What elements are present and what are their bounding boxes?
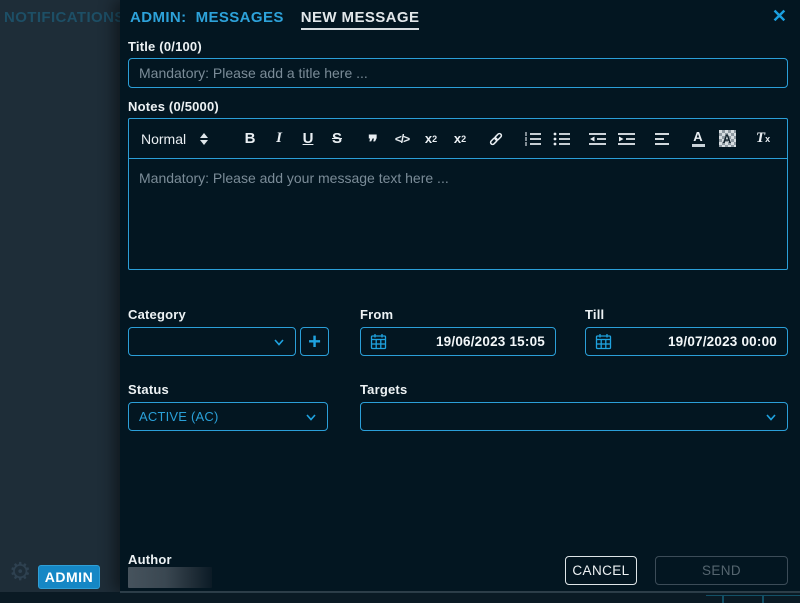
background-table-grid bbox=[762, 595, 764, 603]
clear-formatting-button[interactable]: Tx bbox=[751, 127, 775, 151]
notes-textarea[interactable]: Mandatory: Please add your message text … bbox=[129, 159, 787, 197]
chevron-down-icon bbox=[271, 334, 287, 350]
page-bottom-strip bbox=[0, 592, 800, 603]
admin-user-button[interactable]: ADMIN bbox=[38, 565, 100, 589]
chevron-down-icon bbox=[763, 409, 779, 425]
till-datetime-input[interactable]: 19/07/2023 00:00 bbox=[585, 327, 788, 356]
ordered-list-icon bbox=[524, 132, 541, 146]
align-button[interactable] bbox=[650, 127, 674, 151]
updown-arrows-icon bbox=[200, 133, 208, 145]
gear-icon[interactable]: ⚙ bbox=[9, 560, 31, 585]
text-color-button[interactable]: A bbox=[686, 127, 710, 151]
italic-button[interactable]: I bbox=[267, 127, 291, 151]
status-label: Status bbox=[128, 382, 169, 397]
breadcrumb-section[interactable]: MESSAGES bbox=[196, 9, 284, 26]
targets-select[interactable] bbox=[360, 402, 788, 431]
indent-icon bbox=[618, 132, 635, 146]
author-value-redacted bbox=[128, 567, 212, 588]
from-datetime-input[interactable]: 19/06/2023 15:05 bbox=[360, 327, 556, 356]
close-icon[interactable]: ✕ bbox=[772, 7, 787, 25]
background-table-grid bbox=[722, 595, 724, 603]
screen: NOTIFICATIONS ( ⚙ ADMIN ADMIN: MESSAGES … bbox=[0, 0, 800, 603]
chevron-down-icon bbox=[303, 409, 319, 425]
code-button[interactable]: </> bbox=[390, 127, 414, 151]
cancel-button[interactable]: CANCEL bbox=[565, 556, 637, 585]
notes-label: Notes (0/5000) bbox=[128, 99, 219, 114]
strikethrough-button[interactable]: S bbox=[325, 127, 349, 151]
align-icon bbox=[654, 132, 670, 146]
background-color-icon: A bbox=[719, 130, 736, 147]
targets-label: Targets bbox=[360, 382, 407, 397]
breadcrumb-app: ADMIN: bbox=[130, 9, 187, 26]
indent-button[interactable] bbox=[614, 127, 638, 151]
ordered-list-button[interactable] bbox=[520, 127, 544, 151]
add-category-button[interactable]: + bbox=[300, 327, 329, 356]
from-label: From bbox=[360, 307, 393, 322]
bold-button[interactable]: B bbox=[238, 127, 262, 151]
background-color-button[interactable]: A bbox=[715, 127, 739, 151]
title-label: Title (0/100) bbox=[128, 39, 202, 54]
plus-icon: + bbox=[308, 331, 321, 353]
title-input[interactable] bbox=[128, 58, 788, 88]
calendar-icon bbox=[595, 333, 612, 350]
notifications-page-title: NOTIFICATIONS ( bbox=[4, 9, 122, 26]
blockquote-button[interactable]: ❞ bbox=[361, 127, 385, 151]
rich-text-editor: Normal B I U S ❞ </> x2 x2 bbox=[128, 118, 788, 270]
divider bbox=[120, 592, 800, 593]
author-label: Author bbox=[128, 552, 172, 567]
till-label: Till bbox=[585, 307, 604, 322]
status-select[interactable]: ACTIVE (AC) bbox=[128, 402, 328, 431]
breadcrumb: ADMIN: MESSAGES NEW MESSAGE bbox=[130, 9, 419, 30]
bullet-list-button[interactable] bbox=[549, 127, 573, 151]
subscript-button[interactable]: x2 bbox=[419, 127, 443, 151]
underline-button[interactable]: U bbox=[296, 127, 320, 151]
superscript-button[interactable]: x2 bbox=[448, 127, 472, 151]
status-value: ACTIVE (AC) bbox=[139, 409, 303, 424]
outdent-icon bbox=[589, 132, 606, 146]
from-datetime-value: 19/06/2023 15:05 bbox=[387, 334, 545, 349]
background-table-grid bbox=[706, 595, 800, 596]
category-label: Category bbox=[128, 307, 186, 322]
format-dropdown-label: Normal bbox=[141, 131, 186, 147]
bullet-list-icon bbox=[553, 132, 570, 146]
admin-button-label: ADMIN bbox=[45, 569, 93, 585]
tab-new-message[interactable]: NEW MESSAGE bbox=[301, 9, 420, 30]
send-button[interactable]: SEND bbox=[655, 556, 788, 585]
format-dropdown[interactable]: Normal bbox=[141, 131, 226, 147]
category-select[interactable] bbox=[128, 327, 296, 356]
calendar-icon bbox=[370, 333, 387, 350]
text-color-icon: A bbox=[692, 130, 705, 147]
new-message-dialog: ADMIN: MESSAGES NEW MESSAGE ✕ Title (0/1… bbox=[120, 0, 800, 592]
outdent-button[interactable] bbox=[585, 127, 609, 151]
link-button[interactable] bbox=[484, 127, 508, 151]
editor-toolbar: Normal B I U S ❞ </> x2 x2 bbox=[129, 119, 787, 159]
till-datetime-value: 19/07/2023 00:00 bbox=[612, 334, 777, 349]
link-icon bbox=[487, 131, 505, 147]
